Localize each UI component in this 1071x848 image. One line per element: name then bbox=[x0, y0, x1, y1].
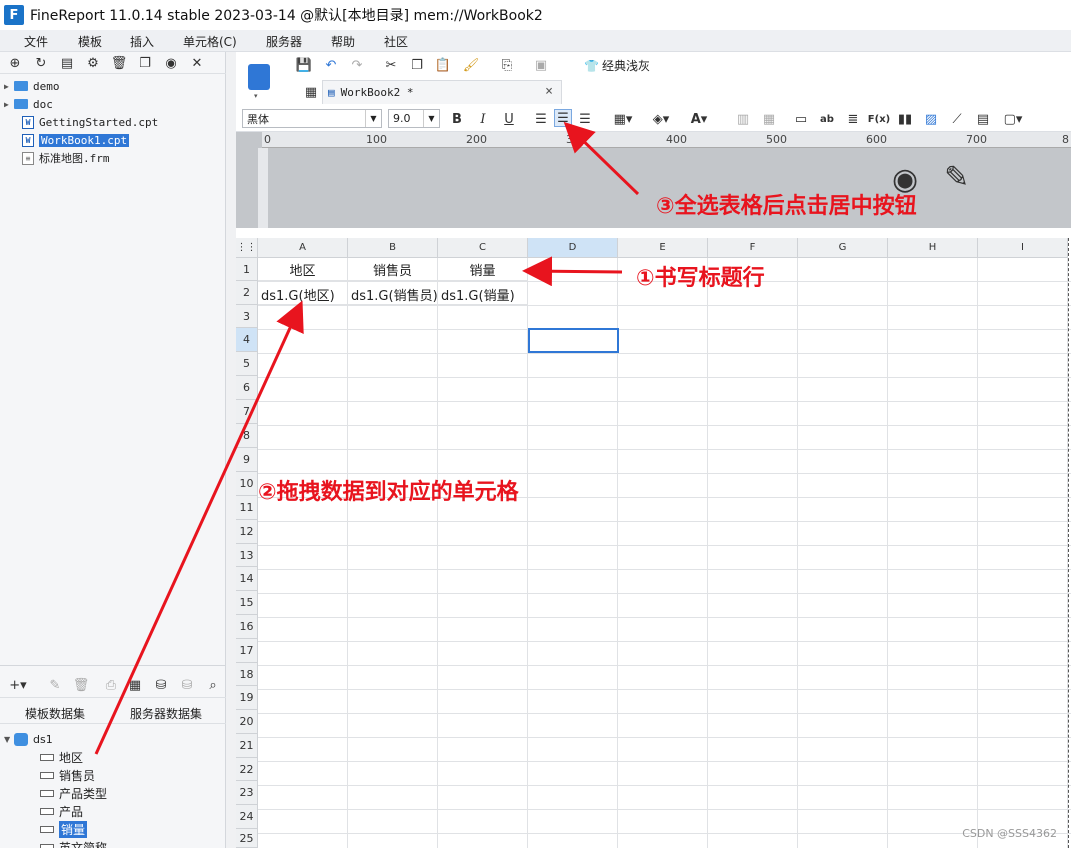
arrow-to-center-button bbox=[563, 121, 640, 196]
annotation-arrows bbox=[94, 121, 640, 755]
arrow-to-title-row bbox=[522, 256, 623, 287]
watermark: CSDN @SSS4362 bbox=[962, 827, 1057, 840]
annotation-step2: ②拖拽数据到对应的单元格 bbox=[258, 480, 519, 505]
arrow-to-data-cell bbox=[94, 300, 304, 755]
annotation-step3: ③全选表格后点击居中按钮 bbox=[656, 194, 917, 219]
annotation-step1: ①书写标题行 bbox=[636, 266, 765, 291]
finereport-window: F FineReport 11.0.14 stable 2023-03-14 @… bbox=[0, 0, 1071, 848]
